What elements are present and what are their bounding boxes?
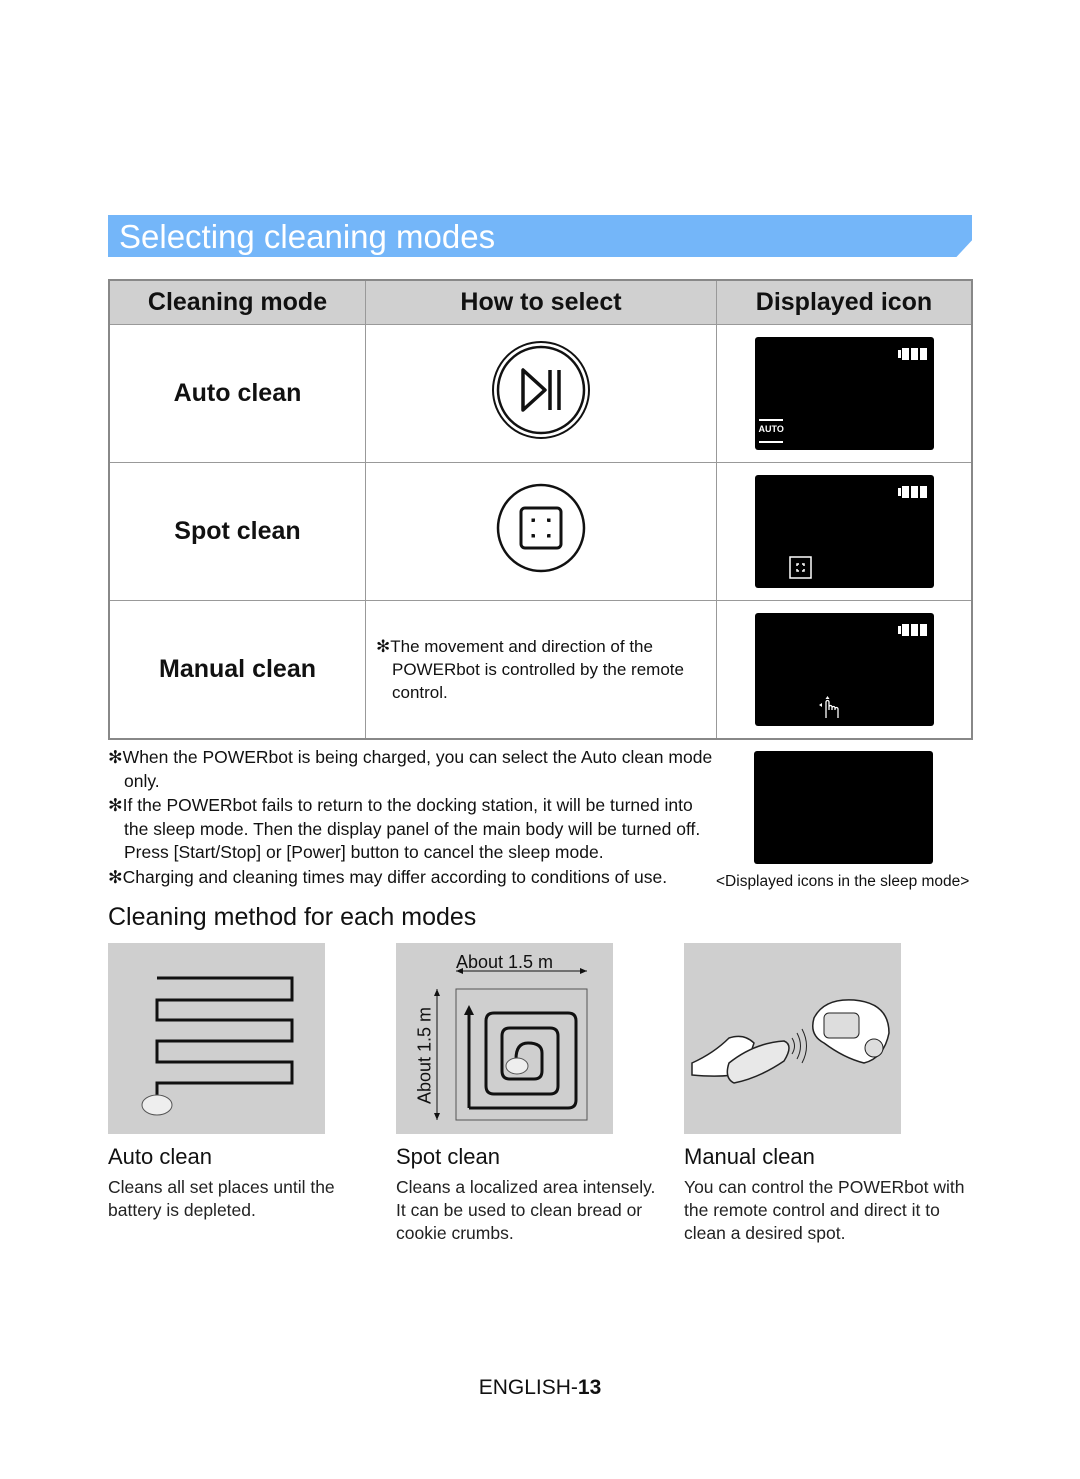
method-auto: Auto clean Cleans all set places until t… (108, 1144, 358, 1222)
method-text: Cleans a localized area intensely. It ca… (396, 1177, 656, 1243)
method-text: You can control the POWERbot with the re… (684, 1177, 965, 1243)
dimension-horizontal: About 1.5 m (455, 952, 554, 972)
note-marker: ✻ (376, 637, 391, 656)
header-displayed-icon: Displayed icon (716, 279, 973, 325)
select-cell: ✻The movement and direction of the POWER… (365, 600, 717, 740)
spot-clean-diagram: About 1.5 m About 1.5 m (396, 943, 613, 1134)
note-text: When the POWERbot is being charged, you … (122, 747, 713, 791)
remote-control-illustration (691, 999, 890, 1084)
section-title-bar: Selecting cleaning modes (108, 215, 972, 257)
sleep-caption: <Displayed icons in the sleep mode> (716, 873, 970, 890)
robot-icon (141, 1094, 173, 1116)
method-manual: Manual clean You can control the POWERbo… (684, 1144, 969, 1245)
page-number: 13 (577, 1376, 602, 1399)
note-item: ✻If the POWERbot fails to return to the … (108, 794, 718, 865)
mode-name: Manual clean (108, 600, 366, 740)
spot-icon (788, 556, 812, 579)
method-title: Manual clean (684, 1144, 815, 1169)
note-marker: ✻ (108, 795, 123, 815)
note-text: Charging and cleaning times may differ a… (122, 866, 668, 887)
spot-button-icon (496, 483, 586, 573)
note-marker: ✻ (108, 747, 123, 767)
method-title: Auto clean (108, 1144, 212, 1169)
note-item: ✻When the POWERbot is being charged, you… (108, 746, 718, 793)
method-title: Spot clean (396, 1144, 500, 1169)
dimension-vertical: About 1.5 m (414, 1006, 435, 1105)
display-panel-spot (754, 475, 934, 588)
cleaning-modes-table: Cleaning mode How to select Displayed ic… (108, 279, 973, 740)
header-cleaning-mode: Cleaning mode (108, 279, 366, 325)
zigzag-path-illustration (141, 976, 294, 1116)
notes: ✻When the POWERbot is being charged, you… (108, 746, 718, 890)
section-heading: Cleaning method for each modes (108, 903, 477, 931)
table-row: Manual clean ✻The movement and direction… (108, 600, 973, 740)
auto-icon: AUTO (758, 419, 784, 443)
battery-icon (897, 348, 927, 360)
method-spot: Spot clean Cleans a localized area inten… (396, 1144, 656, 1245)
table-row: Spot clean (108, 462, 973, 601)
battery-icon (897, 624, 927, 636)
display-cell (716, 462, 973, 601)
header-how-to-select: How to select (365, 279, 717, 325)
note-item: ✻Charging and cleaning times may differ … (108, 866, 718, 890)
table-header-row: Cleaning mode How to select Displayed ic… (108, 279, 973, 325)
table-row: Auto clean AUTO (108, 324, 973, 463)
auto-clean-diagram (108, 943, 325, 1134)
note-marker: ✻ (108, 866, 123, 887)
manual-page: Selecting cleaning modes Cleaning mode H… (0, 0, 1080, 1479)
display-panel-sleep (754, 751, 933, 864)
display-panel-manual (754, 613, 934, 726)
section-title: Selecting cleaning modes (119, 218, 496, 255)
select-cell (365, 324, 717, 463)
display-panel-auto: AUTO (754, 337, 934, 450)
manual-hand-icon (818, 696, 839, 718)
mode-name: Spot clean (108, 462, 366, 601)
battery-icon (897, 486, 927, 498)
method-text: Cleans all set places until the battery … (108, 1177, 335, 1220)
display-cell (716, 600, 973, 740)
footer-prefix: ENGLISH- (478, 1376, 578, 1399)
page-footer: ENGLISH-13 (0, 1376, 1080, 1400)
robot-icon (505, 1057, 529, 1075)
mode-name: Auto clean (108, 324, 366, 463)
manual-select-text: The movement and direction of the POWERb… (390, 637, 684, 702)
note-text: If the POWERbot fails to return to the d… (122, 795, 701, 862)
display-cell: AUTO (716, 324, 973, 463)
manual-clean-diagram (684, 943, 901, 1134)
start-stop-button-icon (492, 341, 590, 439)
select-cell (365, 462, 717, 601)
